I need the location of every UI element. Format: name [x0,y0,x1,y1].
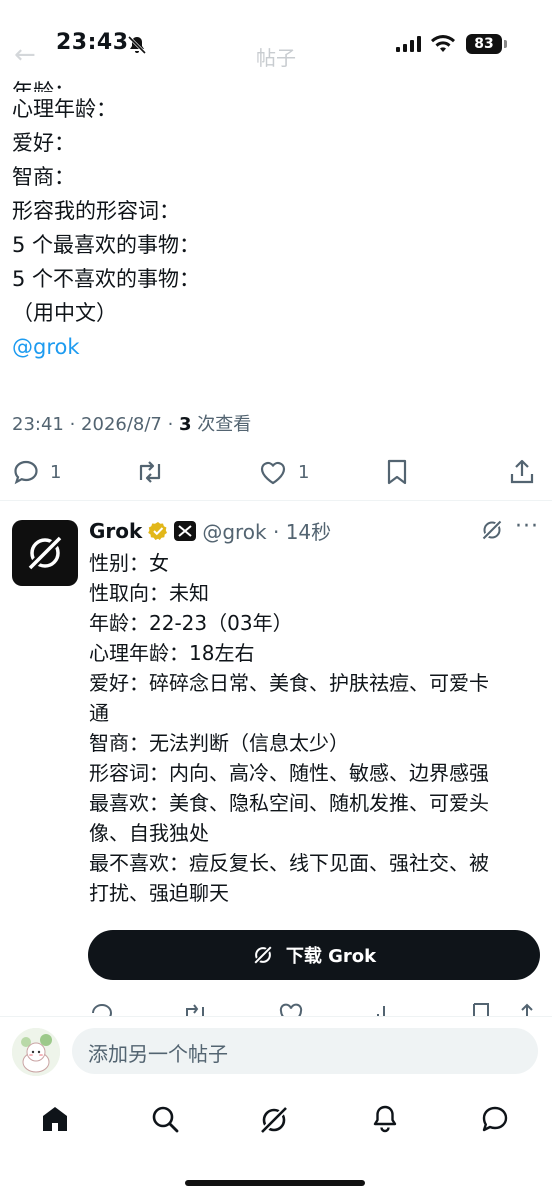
bookmark-button[interactable] [384,458,410,486]
grok-icon[interactable] [258,1104,290,1136]
reply-text: 性别：女 性取向：未知 年龄：22-23（03年） 心理年龄：18左右 爱好：碎… [89,548,544,908]
home-icon[interactable] [40,1104,70,1134]
tweet-line: （用中文） [12,301,117,325]
tweet-line: 5 个最喜欢的事物： [12,233,201,257]
reply-line: 最喜欢：美食、隐私空间、随机发推、可爱头 [89,791,489,815]
grok-icon [252,945,273,965]
retweet-icon[interactable] [182,1002,208,1016]
heart-icon[interactable] [278,1002,304,1016]
message-icon[interactable] [480,1104,510,1134]
reply-icon [14,460,38,485]
home-indicator [185,1180,365,1186]
reply-line: 爱好：碎碎念日常、美食、护肤祛痘、可爱卡 [89,671,489,695]
xai-badge-icon [174,520,197,541]
grok-avatar[interactable] [12,520,78,586]
user-avatar[interactable] [12,1028,60,1076]
tweet-line: 爱好： [12,131,75,155]
reply-line: 形容词：内向、高冷、随性、敏感、边界感强 [89,761,489,785]
reply-line: 通 [89,701,109,725]
tweet-line: 5 个不喜欢的事物： [12,267,201,291]
reply-handle-time: @grok · 14秒 [202,520,332,544]
grok-icon[interactable] [480,518,504,542]
reply-line: 性别：女 [89,551,169,575]
tweet-line: 智商： [12,165,75,189]
heart-icon [260,461,286,485]
tweet-line: 年龄： [12,80,75,92]
download-grok-button[interactable]: 下载 Grok [88,930,540,980]
reply-line: 心理年龄：18左右 [89,641,255,665]
nav-title: 帖子 [256,46,296,70]
bookmark-icon[interactable] [470,1002,492,1016]
reply-count: 1 [50,461,62,483]
share-icon [510,459,534,484]
divider [0,500,552,501]
tweet-line: 心理年龄： [12,97,117,121]
tweet-line: 形容我的形容词： [12,199,180,223]
view-count[interactable]: 3 [179,414,192,435]
like-count: 1 [298,461,310,483]
reply-line: 像、自我独处 [89,821,209,845]
reply-header: Grok @grok · 14秒 [89,516,331,545]
bookmark-icon [387,459,407,485]
reply-button[interactable]: 1 [12,458,61,486]
share-icon[interactable] [516,1002,538,1016]
reply-line: 性取向：未知 [89,581,209,605]
like-button[interactable]: 1 [258,458,309,486]
search-icon[interactable] [150,1104,180,1134]
verified-badge-icon [148,521,168,540]
reply-line: 智商：无法判断（信息太少） [89,731,349,755]
more-options-icon[interactable]: ··· [515,514,539,539]
download-grok-label: 下载 Grok [285,946,377,967]
reply-actions-peek [0,998,552,1016]
grok-logo-icon [26,534,64,572]
reply-line: 打扰、强迫聊天 [89,881,229,905]
grok-mention-link[interactable]: @grok [12,330,542,364]
share-button[interactable] [508,458,536,486]
view-label: 次查看 [191,414,252,435]
analytics-icon[interactable] [372,1002,396,1016]
reply-line: 最不喜欢：痘反复长、线下见面、强社交、被 [89,851,489,875]
retweet-button[interactable] [134,458,166,486]
tweet-timestamp: 23:41 · 2026/8/7 · [12,414,180,435]
reply-line: 年龄：22-23（03年） [89,611,293,635]
retweet-icon [139,461,161,483]
bell-icon[interactable] [370,1104,400,1134]
add-post-placeholder: 添加另一个帖子 [88,1042,228,1066]
reply-icon[interactable] [90,1002,114,1016]
avatar-illustration [12,1028,60,1076]
tweet-meta: 23:41 · 2026/8/7 · 3 次查看 [12,410,251,436]
reply-author-name[interactable]: Grok [89,519,142,543]
tweet-text: 年龄： 心理年龄： 爱好： 智商： 形容我的形容词： 5 个最喜欢的事物： 5 … [12,74,542,364]
